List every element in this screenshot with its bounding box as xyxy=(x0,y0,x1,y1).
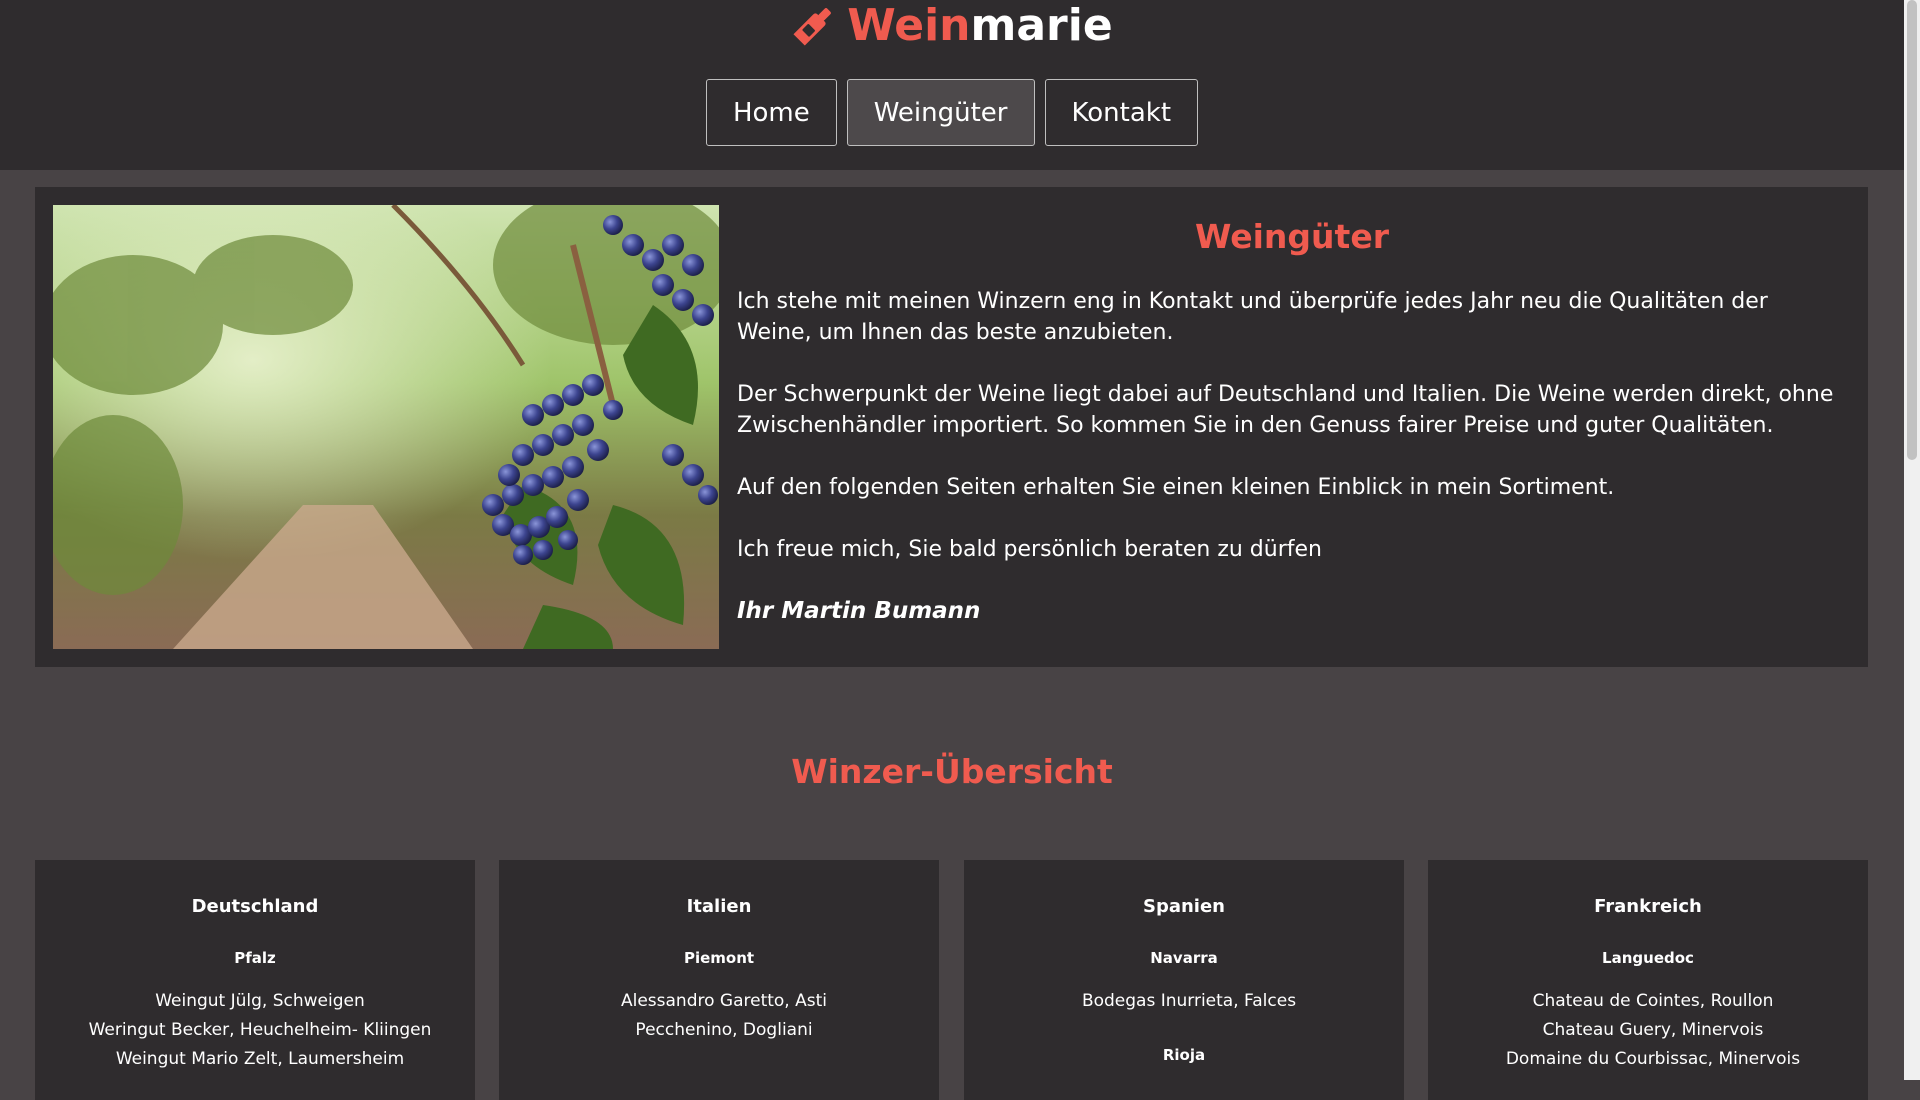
winery-cards: Deutschland Pfalz Weingut Jülg, Schweige… xyxy=(35,860,1868,1100)
page-scrollbar[interactable] xyxy=(1904,0,1920,1080)
site-header: Wein marie Home Weingüter Kontakt xyxy=(0,0,1904,170)
list-item: Weringut Becker, Heuchelheim- Kliingen xyxy=(88,1020,432,1040)
card-spanien: Spanien Navarra Bodegas Inurrieta, Falce… xyxy=(964,860,1404,1100)
intro-text: Weingüter Ich stehe mit meinen Winzern e… xyxy=(737,217,1847,658)
scrollbar-thumb[interactable] xyxy=(1907,0,1917,460)
card-frankreich: Frankreich Languedoc Chateau de Cointes,… xyxy=(1428,860,1868,1100)
list-item: Chateau de Cointes, Roullon xyxy=(1532,991,1774,1011)
list-item: Alessandro Garetto, Asti xyxy=(620,991,827,1011)
list-item: Bodegas Inurrieta, Falces xyxy=(1081,991,1297,1011)
list-item: Domaine du Courbissac, Minervois xyxy=(1505,1049,1801,1069)
card-deutschland: Deutschland Pfalz Weingut Jülg, Schweige… xyxy=(35,860,475,1100)
intro-paragraph: Ich freue mich, Sie bald persönlich bera… xyxy=(737,537,1322,562)
brand-logo[interactable]: Wein marie xyxy=(0,0,1904,51)
intro-panel: Weingüter Ich stehe mit meinen Winzern e… xyxy=(35,187,1868,667)
wine-bottle-icon xyxy=(793,8,832,46)
card-region: Navarra xyxy=(1150,949,1218,967)
winery-list: Alessandro Garetto, Asti Pecchenino, Dog… xyxy=(509,987,939,1045)
nav-kontakt[interactable]: Kontakt xyxy=(1044,79,1199,146)
winery-list: Bodegas Inurrieta, Falces xyxy=(974,987,1404,1016)
card-region: Languedoc xyxy=(1602,949,1694,967)
card-country: Deutschland xyxy=(191,896,319,917)
signature: Ihr Martin Bumann xyxy=(737,598,981,624)
main-nav: Home Weingüter Kontakt xyxy=(0,79,1904,146)
brand-name-part2: marie xyxy=(970,0,1113,51)
intro-paragraph: Auf den folgenden Seiten erhalten Sie ei… xyxy=(737,475,1615,500)
list-item: Chateau Guery, Minervois xyxy=(1542,1020,1764,1040)
list-item: Pecchenino, Dogliani xyxy=(635,1020,813,1040)
winery-list: Weingut Jülg, Schweigen Weringut Becker,… xyxy=(45,987,475,1074)
list-item: Weingut Jülg, Schweigen xyxy=(155,991,365,1011)
card-country: Frankreich xyxy=(1594,896,1702,917)
winery-list: Chateau de Cointes, Roullon Chateau Guer… xyxy=(1438,987,1868,1074)
brand-name-part1: Wein xyxy=(847,0,971,51)
card-region: Pfalz xyxy=(234,949,276,967)
nav-weingueter[interactable]: Weingüter xyxy=(846,79,1035,146)
intro-paragraph: Der Schwerpunkt der Weine liegt dabei au… xyxy=(737,382,1834,438)
overview-title: Winzer-Übersicht xyxy=(791,752,1113,791)
intro-paragraph: Ich stehe mit meinen Winzern eng in Kont… xyxy=(737,289,1768,345)
card-region: Rioja xyxy=(1162,1046,1206,1064)
list-item: Weingut Mario Zelt, Laumersheim xyxy=(115,1049,405,1069)
card-italien: Italien Piemont Alessandro Garetto, Asti… xyxy=(499,860,939,1100)
card-country: Spanien xyxy=(1142,896,1225,917)
nav-home[interactable]: Home xyxy=(705,79,837,146)
vineyard-grapes-photo xyxy=(53,205,719,649)
card-country: Italien xyxy=(686,896,752,917)
intro-title: Weingüter xyxy=(1195,217,1389,256)
card-region: Piemont xyxy=(683,949,755,967)
